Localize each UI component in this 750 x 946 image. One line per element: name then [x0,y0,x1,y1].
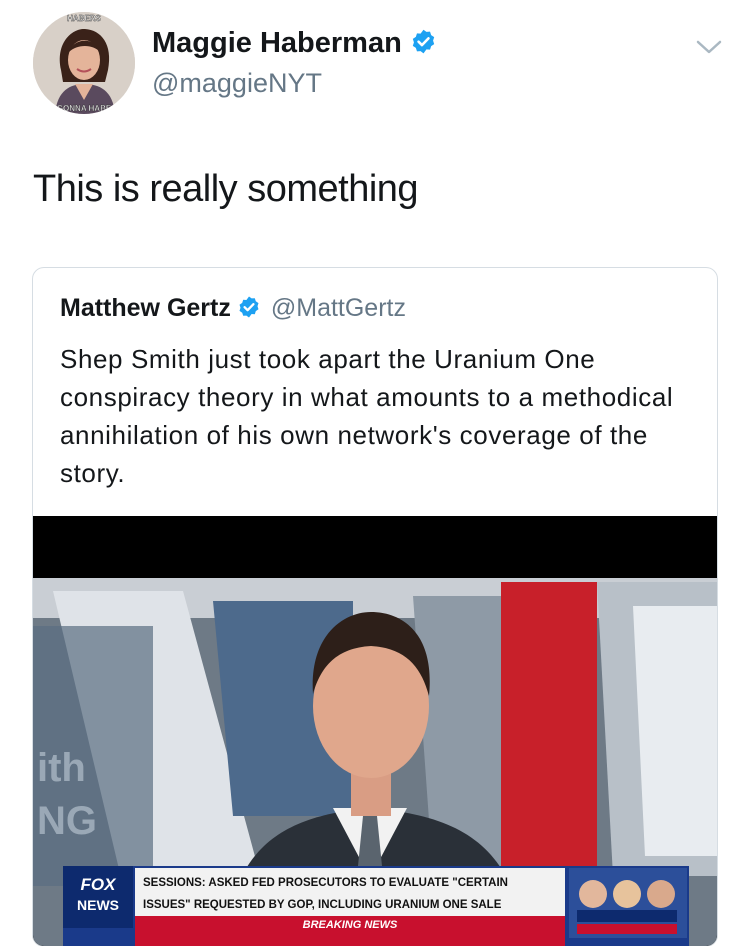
quoted-tweet-header: Matthew Gertz @MattGertz [60,294,406,326]
author-name-row[interactable]: Maggie Haberman [152,27,437,63]
avatar-text-top: HABERS [67,14,101,23]
news-broadcast-image: ith NG FOX NEWS SESSIONS: ASKED FED PROS… [33,516,717,946]
background-text-1: ith [37,746,86,790]
quoted-tweet-text: Shep Smith just took apart the Uranium O… [60,344,674,488]
video-thumbnail[interactable]: ith NG FOX NEWS SESSIONS: ASKED FED PROS… [33,516,717,946]
author-name[interactable]: Maggie Haberman [152,27,402,59]
author-handle[interactable]: @maggieNYT [152,68,322,99]
quoted-tweet-card[interactable]: Matthew Gertz @MattGertz Shep Smith just … [32,267,718,946]
quoted-author-name: Matthew Gertz [60,294,231,322]
fox-logo-line2: NEWS [77,897,119,913]
background-text-2: NG [37,799,97,843]
verified-badge-icon [410,28,437,63]
avatar-image: HABERS GONNA HABE [33,12,135,114]
verified-badge-icon [237,295,261,326]
avatar[interactable]: HABERS GONNA HABE [33,12,135,114]
avatar-text-bottom: GONNA HABE [57,104,112,113]
quoted-author-handle: @MattGertz [270,294,406,322]
ticker-line-1: SESSIONS: ASKED FED PROSECUTORS TO EVALU… [143,877,508,889]
ticker-line-2: ISSUES" REQUESTED BY GOP, INCLUDING URAN… [143,899,502,911]
chevron-down-icon[interactable] [694,32,724,62]
breaking-news-label: BREAKING NEWS [303,919,398,931]
fox-logo-line1: FOX [81,875,118,894]
tweet-text: This is really something [33,168,419,210]
